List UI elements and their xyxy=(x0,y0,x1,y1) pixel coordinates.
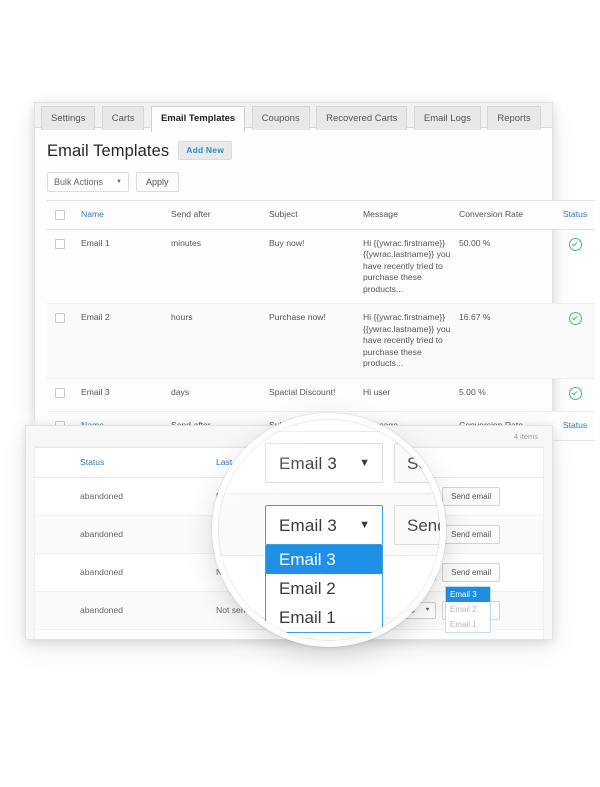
magnified-select-value-1: Email 3 xyxy=(279,454,338,473)
column-header-name[interactable]: Name xyxy=(81,200,171,230)
magnified-row-2[interactable]: Email 2 2015-07- Email 3 ▼ Send em Email… xyxy=(218,494,440,633)
apply-button-top[interactable]: Apply xyxy=(135,172,179,192)
cell-subject: Purchase now! xyxy=(269,303,363,379)
tab-recovered-carts[interactable]: Recovered Carts xyxy=(316,106,408,130)
status-enabled-icon[interactable] xyxy=(568,237,582,251)
cell-subject: Spacial Discount! xyxy=(269,378,363,412)
email-templates-panel: Settings Carts Email Templates Coupons R… xyxy=(34,102,595,469)
select-all-header[interactable] xyxy=(47,200,81,230)
carts-column-footer-status[interactable]: Status xyxy=(35,629,216,639)
carts-column-header-status[interactable]: Status xyxy=(35,447,216,478)
cell-name: Email 3 xyxy=(81,378,171,412)
send-email-button[interactable]: Send email xyxy=(442,563,501,582)
cell-send-after: hours xyxy=(171,303,269,379)
column-header-send-after: Send after xyxy=(171,200,269,230)
cell-status[interactable] xyxy=(555,303,595,379)
dropdown-option-email-3[interactable]: Email 3 xyxy=(446,587,490,602)
send-email-button[interactable]: Send email xyxy=(442,487,501,506)
column-header-message: Message xyxy=(363,200,459,230)
chevron-down-icon: ▼ xyxy=(116,179,122,185)
magnifier-content: Email 3 Last email sent Action Not sent … xyxy=(218,419,440,641)
bulk-actions-select-value: Bulk Actions xyxy=(54,177,104,187)
cell-status[interactable] xyxy=(555,229,595,304)
screenshot-stage: Settings Carts Email Templates Coupons R… xyxy=(0,0,600,787)
magnified-dropdown-option-email-2[interactable]: Email 2 xyxy=(266,574,382,603)
magnified-dropdown-list[interactable]: Email 3 Email 2 Email 1 xyxy=(265,545,383,633)
cell-send-after: days xyxy=(171,378,269,412)
cell-message: Hi user xyxy=(363,378,459,412)
select-all-checkbox[interactable] xyxy=(55,210,65,220)
row-checkbox-cell[interactable] xyxy=(47,303,81,379)
row-checkbox-cell[interactable] xyxy=(47,378,81,412)
column-header-status[interactable]: Status xyxy=(555,200,595,230)
row-checkbox[interactable] xyxy=(55,313,65,323)
table-header-row: Name Send after Subject Message Conversi… xyxy=(47,200,595,230)
tab-settings[interactable]: Settings xyxy=(41,106,96,130)
cell-conversion-rate: 16.67 % xyxy=(459,303,555,379)
cell-conversion-rate: 5.00 % xyxy=(459,378,555,412)
cell-message: Hi {{ywrac.firstname}} {{ywrac.lastname}… xyxy=(363,229,459,304)
table-row[interactable]: Email 1 minutes Buy now! Hi {{ywrac.firs… xyxy=(47,229,595,304)
magnified-select-value-2: Email 3 xyxy=(279,516,338,535)
table-row[interactable]: Email 3 days Spacial Discount! Hi user 5… xyxy=(47,378,595,412)
cell-name: Email 1 xyxy=(81,229,171,304)
tab-carts[interactable]: Carts xyxy=(101,106,145,130)
status-enabled-icon[interactable] xyxy=(568,312,582,325)
column-header-conversion-rate: Conversion Rate xyxy=(459,200,555,230)
cell-message: Hi {{ywrac.firstname}} {{ywrac.lastname}… xyxy=(363,303,459,379)
magnified-email-template-select-2[interactable]: Email 3 ▼ xyxy=(265,505,383,545)
cell-name: Email 2 xyxy=(81,303,171,379)
tab-email-logs[interactable]: Email Logs xyxy=(413,106,481,130)
email-templates-table: Name Send after Subject Message Conversi… xyxy=(47,200,595,441)
tab-coupons[interactable]: Coupons xyxy=(251,106,310,130)
tab-bar: Settings Carts Email Templates Coupons R… xyxy=(35,103,552,132)
column-header-subject: Subject xyxy=(269,200,363,230)
cell-status: abandoned xyxy=(35,591,216,630)
panel-body: Email Templates Add New Bulk Actions ▼ A… xyxy=(35,128,595,469)
table-row[interactable]: Email 2 hours Purchase now! Hi {{ywrac.f… xyxy=(47,303,595,379)
dropdown-option-email-2[interactable]: Email 2 xyxy=(446,602,490,617)
bulk-actions-select-top[interactable]: Bulk Actions ▼ xyxy=(47,172,129,192)
cell-status: abandoned xyxy=(35,515,216,554)
magnified-send-email-button-1[interactable]: Send e xyxy=(394,443,440,483)
send-email-button[interactable]: Send email xyxy=(442,525,501,544)
column-footer-status[interactable]: Status xyxy=(555,411,595,441)
magnified-row-1[interactable]: Not sent Email 3 ▼ Send e xyxy=(218,432,440,494)
magnified-header-row: Last email sent Action xyxy=(218,419,440,432)
chevron-down-icon: ▼ xyxy=(359,519,370,531)
dropdown-option-email-1[interactable]: Email 1 xyxy=(446,617,490,632)
row-checkbox-cell[interactable] xyxy=(47,229,81,304)
row-checkbox[interactable] xyxy=(55,238,65,249)
tab-email-templates[interactable]: Email Templates xyxy=(150,106,246,132)
tab-reports[interactable]: Reports xyxy=(487,106,541,130)
page-title: Email Templates xyxy=(47,141,170,160)
cell-status: abandoned xyxy=(35,553,216,592)
add-new-button[interactable]: Add New xyxy=(178,141,233,160)
cell-status: abandoned xyxy=(35,477,216,516)
magnified-dropdown-option-email-3[interactable]: Email 3 xyxy=(266,545,382,574)
magnified-send-email-button-2[interactable]: Send em xyxy=(394,505,440,545)
cell-send-after: minutes xyxy=(171,229,269,304)
cell-status[interactable] xyxy=(555,378,595,412)
magnified-email-template-select-1[interactable]: Email 3 ▼ xyxy=(265,443,383,483)
status-enabled-icon[interactable] xyxy=(568,386,582,400)
email-template-dropdown-list[interactable]: Email 3 Email 2 Email 1 xyxy=(445,586,491,633)
row-checkbox[interactable] xyxy=(55,387,65,398)
cell-subject: Buy now! xyxy=(269,229,363,304)
chevron-down-icon: ▼ xyxy=(359,457,370,469)
cell-conversion-rate: 50.00 % xyxy=(459,229,555,304)
magnified-table: Email 3 Last email sent Action Not sent … xyxy=(218,419,440,641)
bulk-actions-toolbar-top: Bulk Actions ▼ Apply xyxy=(47,172,540,192)
magnified-dropdown-option-email-1[interactable]: Email 1 xyxy=(266,603,382,632)
title-row: Email Templates Add New xyxy=(47,141,540,160)
magnifier-lens: Email 3 Last email sent Action Not sent … xyxy=(218,419,440,641)
